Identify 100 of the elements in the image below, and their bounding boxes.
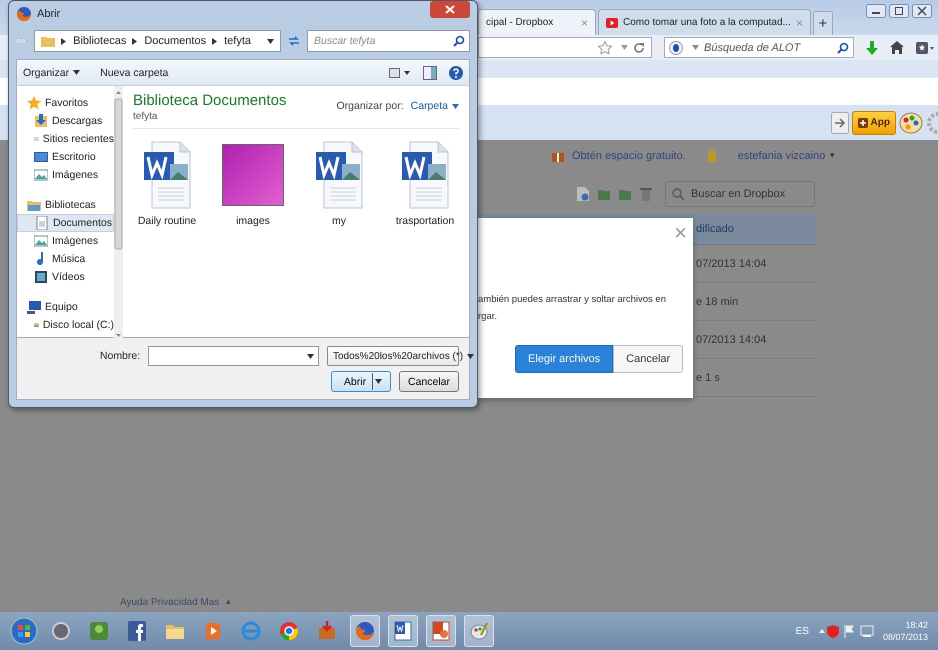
star-icon: [598, 41, 612, 54]
browser-tab[interactable]: Como tomar una foto a la computad... ×: [598, 9, 811, 35]
filename-label: Nombre:: [98, 350, 140, 362]
caret-icon: [621, 45, 628, 50]
close-icon[interactable]: [430, 1, 470, 18]
file-item[interactable]: my: [305, 139, 373, 227]
reload-icon: [633, 42, 645, 54]
star-icon: [27, 96, 41, 110]
app-button[interactable]: App: [852, 110, 896, 134]
footer-links: Ayuda Privacidad Mas: [120, 597, 220, 608]
nav-item[interactable]: Descargas: [17, 112, 114, 130]
caret-icon: [375, 379, 382, 384]
chevron-icon: [61, 38, 68, 44]
palette-icon[interactable]: [899, 112, 923, 134]
pictures-icon: [34, 168, 48, 182]
image-thumbnail: [222, 144, 284, 206]
firefox-icon: [16, 6, 32, 22]
choose-files-button[interactable]: Elegir archivos: [515, 345, 614, 373]
nav-item[interactable]: Escritorio: [17, 148, 114, 166]
cancel-button[interactable]: Cancelar: [613, 345, 684, 373]
plus-icon: [858, 118, 868, 128]
preview-pane-icon[interactable]: [423, 66, 437, 80]
tray-icons[interactable]: [816, 624, 875, 638]
view-icon[interactable]: [389, 66, 411, 78]
bell-icon: [706, 150, 718, 162]
nav-item[interactable]: Equipo: [17, 298, 114, 316]
start-button-icon[interactable]: [10, 617, 38, 645]
refresh-icon[interactable]: [287, 35, 301, 47]
chevron-icon: [212, 38, 218, 44]
nav-item[interactable]: Documentos: [17, 214, 114, 232]
help-icon[interactable]: [449, 66, 463, 80]
word-document-icon: [400, 140, 450, 210]
modified-cell: 07/2013 14:04: [696, 258, 766, 270]
arrange-dropdown[interactable]: Carpeta: [410, 100, 459, 112]
filename-field[interactable]: [148, 346, 319, 366]
bookmark-menu-icon[interactable]: [916, 40, 934, 54]
organize-menu[interactable]: Organizar: [23, 66, 80, 78]
pictures-icon: [34, 234, 48, 248]
tab-title: Como tomar una foto a la computad...: [623, 17, 791, 28]
arrow-right-icon[interactable]: [830, 112, 849, 134]
home-icon[interactable]: [890, 41, 904, 54]
file-item[interactable]: trasportation: [391, 139, 459, 227]
nav-item[interactable]: Vídeos: [17, 268, 114, 286]
nav-item[interactable]: Imágenes: [17, 232, 114, 250]
video-icon: [606, 18, 618, 28]
address-bar[interactable]: [478, 37, 652, 58]
game-icon: [87, 619, 111, 643]
arrange-label: Organizar por:: [336, 100, 404, 112]
chevron-icon: [132, 38, 138, 44]
nav-item[interactable]: Música: [17, 250, 114, 268]
caret-icon: [307, 354, 314, 358]
nav-item[interactable]: Favoritos: [17, 94, 114, 112]
video-icon: [34, 270, 48, 284]
browser-tab[interactable]: cipal - Dropbox ×: [478, 9, 596, 35]
gift-icon: [552, 150, 564, 162]
caret-icon: [267, 38, 274, 44]
nav-item[interactable]: Bibliotecas: [17, 196, 114, 214]
new-folder-button[interactable]: Nueva carpeta: [100, 66, 168, 78]
caret-icon: [467, 354, 474, 358]
taskbar-button[interactable]: [464, 615, 494, 647]
nav-item[interactable]: Imágenes: [17, 166, 114, 184]
taskbar-button[interactable]: [426, 615, 456, 647]
browser-icon: [239, 619, 263, 643]
maximize-icon[interactable]: [889, 4, 909, 18]
window-title: Abrir: [37, 8, 60, 20]
word-document-icon: [314, 140, 364, 210]
library-icon: [27, 198, 41, 212]
search-engine-icon: [669, 40, 685, 54]
nav-item[interactable]: Sitios recientes: [17, 130, 114, 148]
download-icon[interactable]: [866, 40, 878, 54]
taskbar-button[interactable]: [350, 615, 380, 647]
search-bar[interactable]: Buscar tefyta: [307, 30, 470, 52]
minimize-icon[interactable]: [866, 4, 886, 18]
address-bar[interactable]: Bibliotecas Documentos tefyta: [34, 30, 281, 52]
instruction-text: ambién puedes arrastrar y soltar archivos en: [478, 294, 666, 305]
taskbar-button[interactable]: [388, 615, 418, 647]
search-bar[interactable]: Búsqueda de ALOT: [664, 37, 854, 58]
nav-item[interactable]: Disco local (C:): [17, 316, 114, 334]
library-subtitle: tefyta: [133, 111, 158, 122]
search-input[interactable]: Buscar en Dropbox: [689, 187, 808, 201]
search-input[interactable]: Buscar tefyta: [312, 34, 453, 48]
trash-icon[interactable]: [640, 187, 652, 201]
search-bar[interactable]: Buscar en Dropbox: [665, 181, 815, 207]
tab-title: cipal - Dropbox: [486, 17, 554, 28]
search-input[interactable]: Búsqueda de ALOT: [702, 40, 834, 54]
document-icon: [35, 216, 49, 230]
file-item[interactable]: images: [219, 139, 287, 227]
library-title: Biblioteca Documentos: [133, 92, 286, 109]
user-menu[interactable]: estefania vizcaino ▾: [738, 150, 836, 162]
open-button[interactable]: Abrir: [331, 371, 391, 392]
facebook-icon: [125, 619, 149, 643]
modified-cell: e 1 s: [696, 372, 720, 384]
new-tab-button[interactable]: +: [812, 11, 833, 35]
file-item[interactable]: Daily routine: [133, 139, 201, 227]
close-icon[interactable]: [912, 4, 932, 18]
computer-icon: [27, 300, 41, 314]
upload-file-icon[interactable]: [577, 187, 589, 201]
cancel-button[interactable]: Cancelar: [399, 371, 459, 392]
firefox-icon: [353, 619, 377, 643]
search-icon: [672, 188, 684, 200]
